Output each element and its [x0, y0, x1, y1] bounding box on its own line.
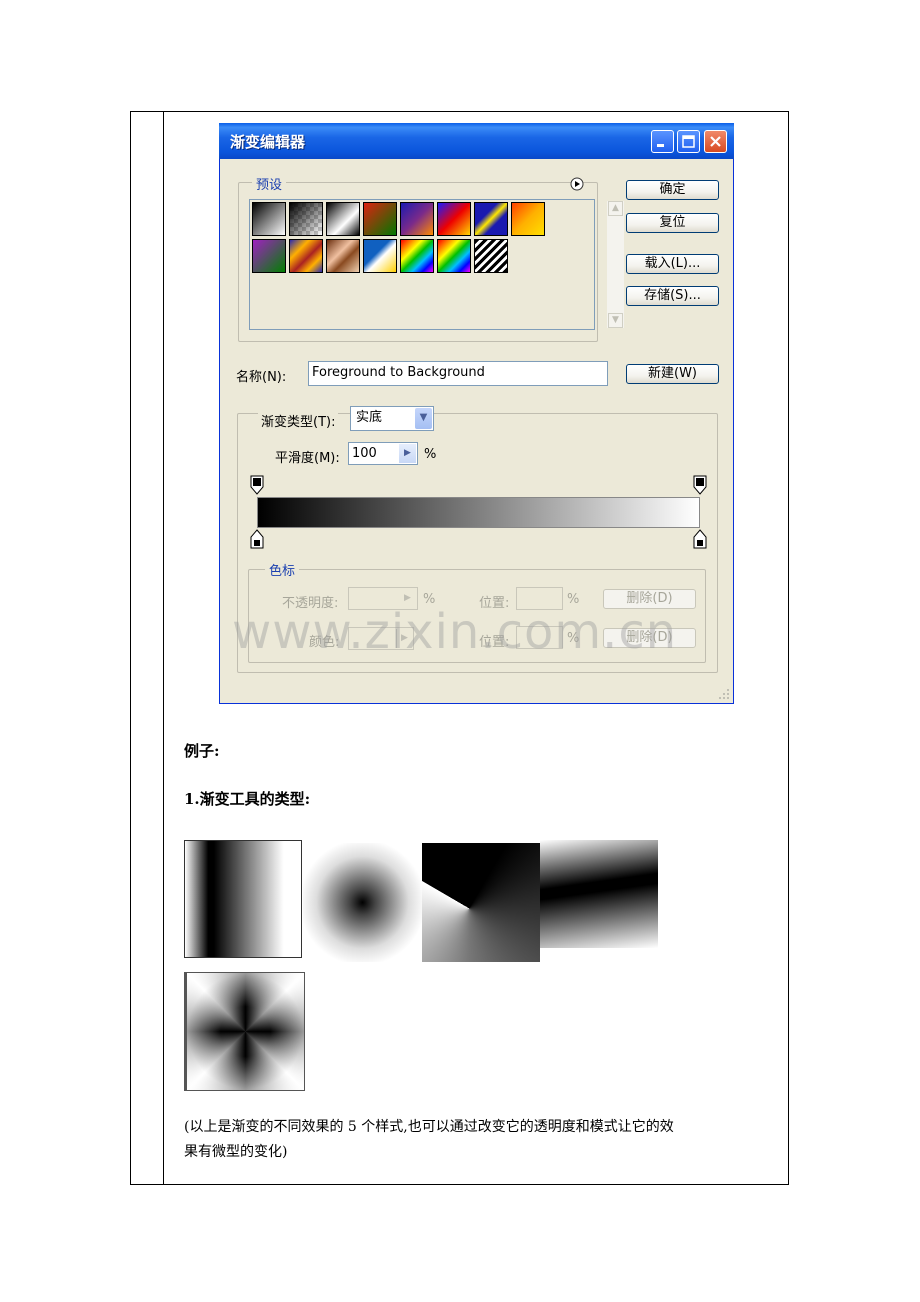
preset-swatch[interactable] — [437, 202, 471, 236]
chevron-down-icon[interactable]: ▼ — [415, 408, 432, 429]
stops-label: 色标 — [265, 560, 300, 579]
opacity-stop-right[interactable] — [693, 475, 707, 495]
new-button[interactable]: 新建(W) — [626, 364, 719, 384]
preset-swatch[interactable] — [400, 202, 434, 236]
name-field[interactable]: Foreground to Background — [308, 361, 608, 386]
diamond-overlay — [187, 973, 304, 1090]
maximize-button[interactable] — [677, 130, 700, 153]
preset-swatch[interactable] — [400, 239, 434, 273]
gradient-type-select[interactable]: 实底 ▼ — [350, 406, 434, 431]
close-icon — [710, 136, 721, 147]
color-stop-right[interactable] — [693, 529, 707, 549]
diamond-gradient-example — [184, 972, 305, 1091]
preset-swatch[interactable] — [289, 239, 323, 273]
watermark: www.zixin.com.cn — [232, 604, 678, 660]
reflected-gradient-example — [540, 840, 658, 948]
linear-gradient-example — [184, 840, 302, 958]
presets-label: 预设 — [252, 174, 287, 193]
maximize-icon — [682, 135, 695, 148]
angle-gradient-example — [422, 843, 540, 962]
scroll-up-icon[interactable]: ▲ — [608, 201, 623, 216]
close-button[interactable] — [704, 130, 727, 153]
smoothness-field[interactable]: 100 ▶ — [348, 442, 418, 465]
presets-scrollbar[interactable]: ▲ ▼ — [607, 201, 624, 328]
smoothness-percent: % — [424, 447, 437, 462]
table-column-divider — [163, 112, 164, 1184]
preset-swatch[interactable] — [474, 239, 508, 273]
preset-swatch[interactable] — [474, 202, 508, 236]
preset-swatch[interactable] — [252, 202, 286, 236]
preset-swatch[interactable] — [252, 239, 286, 273]
examples-heading: 例子: — [184, 742, 220, 760]
preset-swatch[interactable] — [511, 202, 545, 236]
smoothness-value: 100 — [352, 446, 377, 461]
reset-button[interactable]: 复位 — [626, 213, 719, 233]
minimize-button[interactable] — [651, 130, 674, 153]
caption-line-1: (以上是渐变的不同效果的 5 个样式,也可以通过改变它的透明度和模式让它的效 — [184, 1119, 674, 1135]
gradient-preview-bar[interactable] — [257, 497, 700, 528]
preset-swatch[interactable] — [326, 202, 360, 236]
title-bar[interactable]: 渐变编辑器 — [219, 123, 734, 159]
minimize-icon — [657, 144, 664, 147]
color-stop-left[interactable] — [250, 529, 264, 549]
gradient-type-value: 实底 — [356, 410, 383, 425]
presets-menu-icon[interactable] — [570, 177, 584, 191]
preset-swatch[interactable] — [326, 239, 360, 273]
presets-list[interactable]: ▲ ▼ — [249, 199, 624, 330]
preset-swatch[interactable] — [363, 202, 397, 236]
ok-button[interactable]: 确定 — [626, 180, 719, 200]
resize-grip-icon[interactable] — [717, 687, 731, 701]
radial-gradient-example — [303, 843, 422, 962]
load-button[interactable]: 载入(L)... — [626, 254, 719, 274]
preset-swatch[interactable] — [363, 239, 397, 273]
name-label: 名称(N): — [236, 370, 287, 385]
preset-swatch[interactable] — [437, 239, 471, 273]
caption-line-2: 果有微型的变化) — [184, 1144, 288, 1160]
section-title: 1.渐变工具的类型: — [184, 790, 311, 808]
opacity-stop-left[interactable] — [250, 475, 264, 495]
gradient-type-label: 渐变类型(T): — [258, 411, 339, 430]
scroll-down-icon[interactable]: ▼ — [608, 313, 623, 328]
smoothness-label: 平滑度(M): — [275, 451, 340, 466]
preset-swatch[interactable] — [289, 202, 323, 236]
dialog-title: 渐变编辑器 — [230, 133, 306, 151]
save-button[interactable]: 存储(S)... — [626, 286, 719, 306]
chevron-right-icon[interactable]: ▶ — [399, 444, 416, 463]
